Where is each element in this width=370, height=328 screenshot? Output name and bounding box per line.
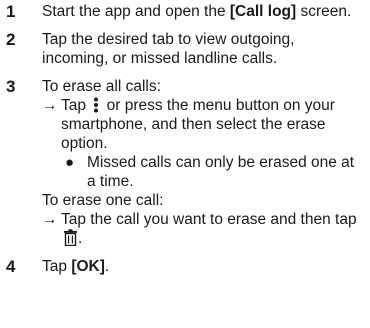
erase-one-heading: To erase one call: (42, 192, 164, 209)
note-item: ● Missed calls can only be erased one at… (42, 153, 362, 191)
erase-all-text-post: or press the menu button on your smartph… (61, 97, 335, 152)
step-3: 3 To erase all calls: → Tap or press the… (0, 77, 370, 248)
erase-all-instruction: → Tap or press the menu button on your s… (42, 96, 362, 153)
step-text-post: screen. (296, 3, 352, 20)
step-number: 3 (6, 77, 16, 96)
bullet-icon: ● (65, 154, 75, 171)
instruction-steps: 1 Start the app and open the [Call log] … (0, 2, 370, 285)
step-number: 2 (6, 30, 16, 49)
call-log-label: [Call log] (229, 3, 297, 20)
step-text: Tap [OK]. (42, 257, 370, 276)
erase-one-text: Tap the call you want to erase and then … (61, 210, 362, 248)
erase-one-text-post: . (78, 230, 83, 247)
step-2: 2 Tap the desired tab to view outgoing, … (0, 30, 370, 68)
ok-label: [OK] (71, 258, 105, 275)
erase-one-instruction: → Tap the call you want to erase and the… (42, 210, 362, 248)
step-text-pre: Start the app and open the (42, 3, 230, 20)
arrow-icon: → (42, 211, 58, 228)
erase-all-text: Tap or press the menu button on your sma… (61, 96, 362, 153)
step-number: 1 (6, 2, 16, 21)
trash-icon (64, 229, 77, 246)
step-number: 4 (6, 257, 16, 276)
erase-all-text-pre: Tap (61, 97, 91, 114)
step-text-post: . (104, 258, 110, 275)
step-body: To erase all calls: → Tap or press the m… (42, 77, 370, 248)
step-1: 1 Start the app and open the [Call log] … (0, 2, 370, 21)
erase-all-heading: To erase all calls: (42, 78, 161, 95)
step-text: Start the app and open the [Call log] sc… (42, 2, 370, 21)
kebab-menu-icon (94, 97, 99, 113)
step-text: Tap the desired tab to view outgoing, in… (42, 31, 295, 67)
note-text: Missed calls can only be erased one at a… (87, 154, 355, 190)
step-4: 4 Tap [OK]. (0, 257, 370, 276)
erase-one-text-pre: Tap the call you want to erase and then … (61, 211, 357, 228)
arrow-icon: → (42, 97, 58, 114)
step-text-pre: Tap (42, 258, 72, 275)
